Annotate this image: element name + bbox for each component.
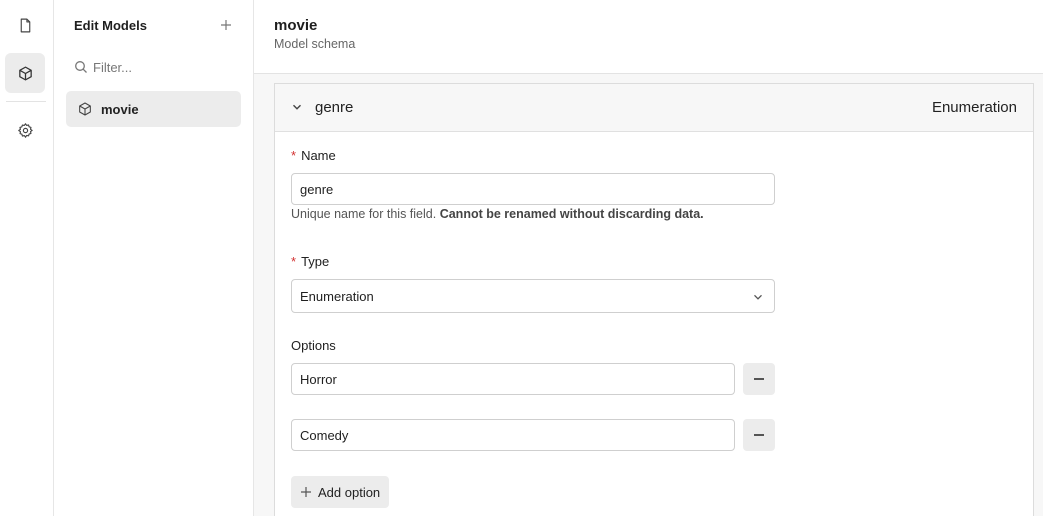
- settings-nav-button[interactable]: [5, 110, 45, 150]
- page-subtitle: Model schema: [274, 37, 356, 51]
- type-label-text: Type: [301, 254, 330, 269]
- sidebar-item-label: movie: [101, 101, 139, 117]
- option-input-value: Comedy: [300, 427, 349, 443]
- rail-divider: [6, 101, 46, 102]
- page-header: movie Model schema: [254, 0, 1043, 74]
- field-card-header[interactable]: genre Enumeration: [275, 84, 1033, 132]
- plus-icon: [300, 486, 312, 498]
- name-label: * Name: [291, 148, 336, 163]
- plus-icon: [220, 19, 232, 31]
- type-select-value: Enumeration: [300, 288, 374, 304]
- name-hint: Unique name for this field. Cannot be re…: [291, 207, 704, 221]
- cube-icon: [77, 101, 93, 117]
- search-icon: [74, 60, 88, 74]
- remove-option-button[interactable]: [743, 419, 775, 451]
- field-name-heading: genre: [315, 99, 354, 116]
- gear-icon: [17, 122, 34, 139]
- chevron-down-icon: [752, 291, 764, 303]
- field-card: genre Enumeration * Name genre Unique nam…: [274, 83, 1034, 516]
- minus-icon: [754, 434, 764, 436]
- add-option-button[interactable]: Add option: [291, 476, 390, 508]
- option-input[interactable]: Horror: [291, 363, 735, 395]
- type-select[interactable]: Enumeration: [291, 279, 775, 313]
- filter-field: [66, 54, 242, 80]
- sidebar-item-movie[interactable]: movie: [66, 91, 241, 127]
- hint-warning: Cannot be renamed without discarding dat…: [439, 207, 704, 221]
- hint-text: Unique name for this field.: [291, 207, 437, 221]
- page-title: movie: [274, 17, 318, 34]
- name-input-value: genre: [300, 181, 334, 197]
- filter-input[interactable]: [93, 59, 233, 75]
- add-option-label: Add option: [318, 484, 381, 500]
- name-input[interactable]: genre: [291, 173, 775, 205]
- pages-nav-button[interactable]: [5, 5, 45, 45]
- minus-icon: [754, 378, 764, 380]
- chevron-down-icon[interactable]: [291, 101, 303, 113]
- option-input-value: Horror: [300, 371, 337, 387]
- document-icon: [17, 17, 34, 34]
- field-type-badge: Enumeration: [931, 99, 1017, 116]
- schema-content: genre Enumeration * Name genre Unique nam…: [254, 74, 1043, 516]
- required-marker: *: [291, 148, 297, 163]
- add-model-button[interactable]: [218, 17, 234, 33]
- main-panel: movie Model schema genre Enumeration * Na…: [254, 0, 1043, 516]
- options-label: Options: [291, 338, 336, 353]
- sidebar-title: Edit Models: [74, 18, 147, 33]
- name-label-text: Name: [301, 148, 336, 163]
- models-sidebar: Edit Models movie: [54, 0, 254, 516]
- required-marker: *: [291, 254, 297, 269]
- type-label: * Type: [291, 254, 329, 269]
- icon-rail: [0, 0, 54, 516]
- cube-icon: [17, 65, 34, 82]
- remove-option-button[interactable]: [743, 363, 775, 395]
- option-input[interactable]: Comedy: [291, 419, 735, 451]
- models-nav-button[interactable]: [5, 53, 45, 93]
